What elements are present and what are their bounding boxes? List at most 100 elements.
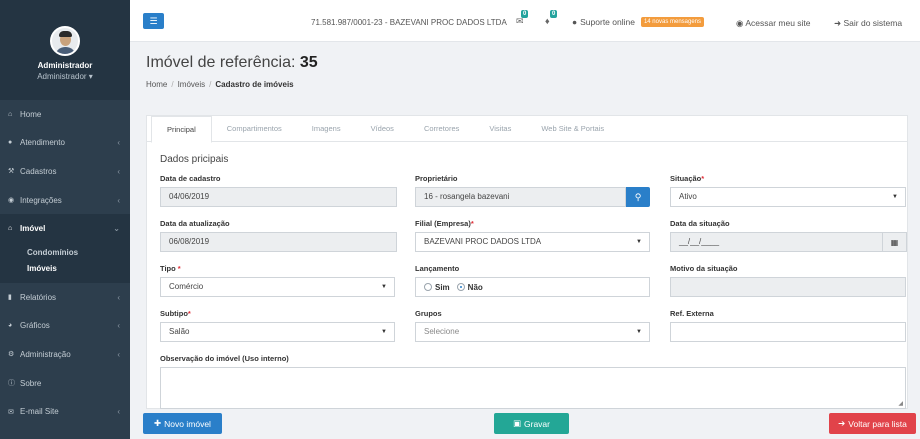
ref-externa-input[interactable]: [670, 322, 906, 342]
sidebar-item-home[interactable]: ⌂ Home: [0, 100, 130, 129]
tab-corretores[interactable]: Corretores: [409, 116, 474, 142]
subtipo-value: Salão: [169, 327, 190, 336]
search-owner-button[interactable]: ⚲: [626, 187, 650, 207]
chevron-left-icon: ‹: [117, 407, 120, 417]
logout-link[interactable]: ➜ Sair do sistema: [834, 18, 902, 29]
home-icon: ⌂: [8, 110, 13, 118]
new-property-button[interactable]: ✚ Novo imóvel: [143, 413, 222, 434]
chevron-left-icon: ‹: [117, 166, 120, 176]
sidebar-item-label: Administração: [20, 349, 71, 359]
page-title-text: Imóvel de referência:: [146, 54, 296, 71]
notifications-button[interactable]: ♦ 0: [545, 10, 558, 26]
situacao-select[interactable]: Ativo ▼: [670, 187, 906, 207]
calendar-button[interactable]: ▦: [883, 232, 907, 252]
tab-web-site-portais[interactable]: Web Site & Portais: [526, 116, 619, 142]
lancamento-radio-group: Sim Não: [415, 277, 650, 297]
resize-handle-icon[interactable]: ◢: [898, 400, 903, 407]
lancamento-sim-label: Sim: [435, 282, 450, 292]
info-icon: ⓘ: [8, 380, 15, 388]
form-panel: Principal Compartimentos Imagens Vídeos …: [146, 115, 908, 409]
comments-icon: ●: [8, 139, 13, 147]
data-cadastro-label: Data de cadastro: [160, 174, 221, 183]
sidebar-item-relatorios[interactable]: ▮ Relatórios ‹: [0, 283, 130, 312]
filial-select[interactable]: BAZEVANI PROC DADOS LTDA ▼: [415, 232, 650, 252]
observacao-textarea[interactable]: ◢: [160, 367, 906, 409]
logout-label: Sair do sistema: [843, 18, 903, 28]
sidebar-item-graficos[interactable]: ◕ Gráficos ‹: [0, 312, 130, 341]
sidebar-item-atendimento[interactable]: ● Atendimento ‹: [0, 129, 130, 158]
bell-icon: ♦: [545, 16, 550, 26]
tab-visitas[interactable]: Visitas: [474, 116, 526, 142]
sidebar-item-label: Cadastros: [20, 166, 57, 176]
grupos-placeholder: Selecione: [424, 327, 460, 336]
tab-videos[interactable]: Vídeos: [356, 116, 409, 142]
tipo-select[interactable]: Comércio ▼: [160, 277, 395, 297]
chevron-left-icon: ‹: [117, 292, 120, 302]
sidebar-item-administracao[interactable]: ⚙ Administração ‹: [0, 340, 130, 369]
tab-compartimentos[interactable]: Compartimentos: [212, 116, 297, 142]
hamburger-icon: ☰: [149, 15, 158, 26]
lancamento-nao-radio[interactable]: [456, 283, 465, 291]
sidebar-item-cadastros[interactable]: ⚒ Cadastros ‹: [0, 157, 130, 186]
filial-value: BAZEVANI PROC DADOS LTDA: [424, 237, 542, 246]
wrench-icon: ⚒: [8, 168, 15, 176]
proprietario-field[interactable]: 16 - rosangela bazevani: [415, 187, 626, 207]
data-situacao-label: Data da situação: [670, 219, 730, 228]
chevron-left-icon: ‹: [117, 321, 120, 331]
sidebar-menu-lower: ▮ Relatórios ‹ ◕ Gráficos ‹ ⚙ Administração ‹ …: [0, 283, 130, 426]
lancamento-sim-radio[interactable]: [424, 283, 432, 291]
user-profile: Administrador Administrador ▾: [0, 0, 130, 100]
tab-principal[interactable]: Principal: [151, 116, 212, 143]
globe-icon: ◉: [736, 18, 744, 28]
user-role-dropdown[interactable]: Administrador ▾: [0, 72, 130, 81]
caret-down-icon: ▼: [892, 194, 898, 200]
company-info: 71.581.987/0001-23 - BAZEVANI PROC DADOS…: [311, 18, 507, 27]
back-to-list-button[interactable]: ➔ Voltar para lista: [829, 413, 916, 434]
cog-icon: ⚙: [8, 351, 15, 359]
sidebar-item-label: Sobre: [20, 378, 42, 388]
menu-toggle-button[interactable]: ☰: [143, 13, 164, 29]
support-online-link[interactable]: ● Suporte online 14 novas mensagens: [572, 17, 705, 27]
user-name: Administrador: [37, 61, 93, 70]
submenu-item-condominios[interactable]: Condomínios: [0, 245, 130, 261]
sidebar-item-sobre[interactable]: ⓘ Sobre: [0, 369, 130, 398]
save-button[interactable]: ▣ Gravar: [494, 413, 569, 434]
caret-down-icon: ▼: [636, 329, 642, 335]
data-cadastro-field: 04/06/2019: [160, 187, 397, 207]
top-navbar: ☰ 71.581.987/0001-23 - BAZEVANI PROC DAD…: [130, 0, 920, 42]
data-situacao-field[interactable]: __/__/____: [670, 232, 883, 252]
plus-icon: ✚: [154, 418, 162, 428]
floppy-icon: ▣: [512, 418, 522, 428]
caret-down-icon: ▼: [636, 239, 642, 245]
sign-out-icon: ➜: [834, 18, 842, 28]
sidebar-item-integracoes[interactable]: ◉ Integrações ‹: [0, 186, 130, 215]
submenu-item-imoveis[interactable]: Imóveis: [0, 261, 130, 277]
situacao-value: Ativo: [679, 192, 697, 201]
lancamento-nao-label: Não: [467, 282, 483, 292]
tab-imagens[interactable]: Imagens: [297, 116, 356, 142]
caret-down-icon: ▼: [381, 329, 387, 335]
sidebar-item-label: Gráficos: [20, 321, 50, 331]
subtipo-select[interactable]: Salão ▼: [160, 322, 395, 342]
sidebar-item-imovel[interactable]: ⌂ Imóvel ⌄: [0, 214, 130, 243]
sidebar-item-label: E-mail Site: [20, 407, 59, 417]
motivo-label: Motivo da situação: [670, 264, 738, 273]
mail-count-badge: 0: [521, 10, 529, 18]
avatar[interactable]: [50, 26, 80, 56]
breadcrumb-imoveis[interactable]: Imóveis: [178, 80, 206, 89]
submenu-imovel: Condomínios Imóveis: [0, 242, 130, 283]
mail-button[interactable]: ✉ 0: [516, 10, 529, 27]
save-label: Gravar: [524, 418, 550, 429]
proprietario-label: Proprietário: [415, 174, 458, 183]
access-site-link[interactable]: ◉ Acessar meu site: [736, 18, 811, 29]
section-title: Dados pricipais: [160, 154, 229, 165]
globe-icon: ◉: [8, 197, 15, 205]
grupos-select[interactable]: Selecione ▼: [415, 322, 650, 342]
breadcrumb-home[interactable]: Home: [146, 80, 167, 89]
chevron-down-icon: ⌄: [113, 224, 120, 234]
new-messages-badge: 14 novas mensagens: [640, 17, 705, 27]
pie-chart-icon: ◕: [8, 322, 13, 330]
chevron-left-icon: ‹: [117, 138, 120, 148]
sidebar-item-email-site[interactable]: ✉ E-mail Site ‹: [0, 397, 130, 426]
motivo-field[interactable]: [670, 277, 906, 297]
